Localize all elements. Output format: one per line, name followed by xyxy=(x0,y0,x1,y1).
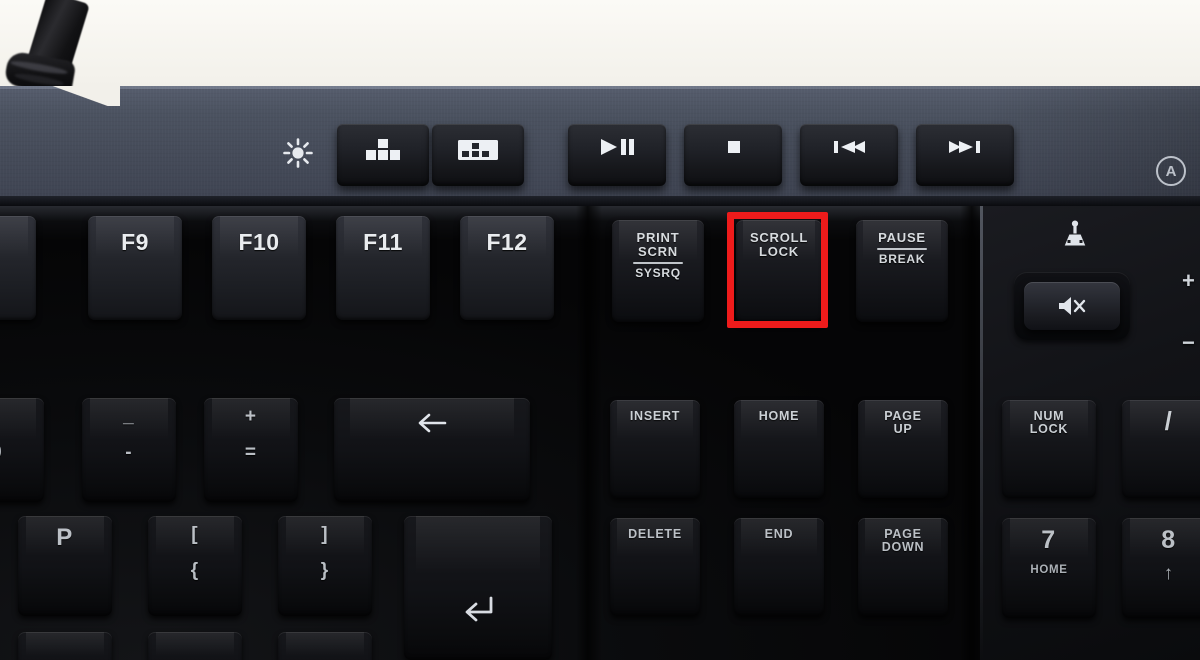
print-screen-key[interactable]: PRINT SCRN SYSRQ xyxy=(612,220,704,322)
delete-key[interactable]: DELETE xyxy=(610,518,700,616)
numpad-8-key[interactable]: 8 ↑ xyxy=(1122,518,1200,618)
f10-key[interactable]: F10 xyxy=(212,216,306,320)
backlight-down-key[interactable] xyxy=(432,124,524,186)
f12-key-label: F12 xyxy=(486,229,528,255)
scroll-lock-key-label: SCROLL LOCK xyxy=(749,230,809,259)
backslash-key-partial[interactable] xyxy=(278,632,372,660)
backspace-arrow-icon xyxy=(412,410,452,436)
numpad-7-key-sublabel: HOME xyxy=(1030,563,1068,576)
zero-key-top-label: ) xyxy=(0,407,1,427)
bracket-right-key[interactable]: ] } xyxy=(278,516,372,616)
keyboard-photo: A F9 F10 F11 F12 PRINT SCRN SYSRQ SCROLL… xyxy=(0,0,1200,660)
zero-key[interactable]: ) 0 xyxy=(0,398,44,502)
next-track-icon xyxy=(945,137,985,157)
next-track-key[interactable] xyxy=(916,124,1014,186)
f10-key-label: F10 xyxy=(238,229,280,255)
bracket-left-key-bottom-label: { xyxy=(190,560,200,582)
home-key-label: HOME xyxy=(758,409,800,423)
pause-break-key-sublabel: BREAK xyxy=(878,251,926,266)
page-down-key[interactable]: PAGE DOWN xyxy=(858,518,948,616)
numpad-8-key-sublabel: ↑ xyxy=(1163,562,1175,584)
pause-break-key-divider xyxy=(877,247,927,250)
play-pause-key[interactable] xyxy=(568,124,666,186)
brand-logo-icon: A xyxy=(1156,156,1186,186)
pause-break-key-label: PAUSE xyxy=(878,230,926,245)
volume-up-symbol[interactable]: + xyxy=(1182,268,1195,294)
minus-key-top-label: _ xyxy=(123,406,135,427)
page-down-key-label: PAGE DOWN xyxy=(881,527,925,555)
mute-key[interactable] xyxy=(1024,282,1120,330)
delete-key-label: DELETE xyxy=(628,527,682,541)
bracket-left-key-top-label: [ xyxy=(191,524,199,545)
f9-key[interactable]: F9 xyxy=(88,216,182,320)
numpad-slash-key[interactable]: / xyxy=(1122,400,1200,498)
stop-key[interactable] xyxy=(684,124,782,186)
previous-track-key[interactable] xyxy=(800,124,898,186)
page-up-key-label: PAGE UP xyxy=(884,409,922,437)
insert-key-label: INSERT xyxy=(629,409,681,423)
numpad-8-key-label: 8 xyxy=(1161,526,1177,554)
print-screen-key-divider xyxy=(633,261,683,264)
apostrophe-key-partial[interactable] xyxy=(148,632,242,660)
volume-down-symbol[interactable]: − xyxy=(1182,330,1195,356)
end-key[interactable]: END xyxy=(734,518,824,616)
minus-key-bottom-label: - xyxy=(125,442,133,464)
p-key[interactable]: P xyxy=(18,516,112,616)
numpad-slash-key-label: / xyxy=(1164,406,1174,436)
backlight-bars-icon xyxy=(363,137,403,163)
enter-key[interactable] xyxy=(404,516,552,660)
equals-key-top-label: + xyxy=(244,406,258,427)
previous-track-icon xyxy=(829,137,869,157)
scroll-lock-key[interactable]: SCROLL LOCK xyxy=(736,220,822,322)
pause-break-key[interactable]: PAUSE BREAK xyxy=(856,220,948,322)
minus-key[interactable]: _ - xyxy=(82,398,176,502)
f8-key-partial[interactable] xyxy=(0,216,36,320)
side-panel-edge xyxy=(980,206,983,660)
brand-logo-letter: A xyxy=(1165,162,1177,180)
sun-icon xyxy=(281,136,315,170)
p-key-label: P xyxy=(56,524,74,551)
bracket-right-key-top-label: ] xyxy=(321,524,329,545)
numpad-7-key-label: 7 xyxy=(1041,526,1057,554)
keywell-divider-main-nav xyxy=(576,206,602,660)
bracket-left-key[interactable]: [ { xyxy=(148,516,242,616)
numpad-7-key[interactable]: 7 HOME xyxy=(1002,518,1096,618)
home-key[interactable]: HOME xyxy=(734,400,824,498)
f11-key-label: F11 xyxy=(363,229,403,255)
backspace-key[interactable] xyxy=(334,398,530,502)
enter-arrow-icon xyxy=(457,592,499,626)
stop-icon xyxy=(721,137,745,157)
bracket-right-key-bottom-label: } xyxy=(320,560,330,582)
f9-key-label: F9 xyxy=(121,229,149,255)
page-up-key[interactable]: PAGE UP xyxy=(858,400,948,498)
mute-speaker-icon xyxy=(1056,293,1088,319)
joystick-gaming-mode-icon xyxy=(1058,220,1092,254)
end-key-label: END xyxy=(764,527,794,541)
backlight-up-key[interactable] xyxy=(337,124,429,186)
play-pause-icon xyxy=(597,137,637,157)
f12-key[interactable]: F12 xyxy=(460,216,554,320)
equals-key[interactable]: + = xyxy=(204,398,298,502)
insert-key[interactable]: INSERT xyxy=(610,400,700,498)
f11-key[interactable]: F11 xyxy=(336,216,430,320)
equals-key-bottom-label: = xyxy=(244,442,258,464)
num-lock-key-label: NUM LOCK xyxy=(1029,409,1069,437)
backlight-inverted-icon xyxy=(456,137,500,163)
semicolon-key-partial[interactable] xyxy=(18,632,112,660)
print-screen-key-label: PRINT SCRN xyxy=(636,230,680,259)
zero-key-bottom-label: 0 xyxy=(0,442,3,463)
num-lock-key[interactable]: NUM LOCK xyxy=(1002,400,1096,498)
chassis-left-corner xyxy=(0,86,120,106)
print-screen-key-sublabel: SYSRQ xyxy=(635,265,681,280)
